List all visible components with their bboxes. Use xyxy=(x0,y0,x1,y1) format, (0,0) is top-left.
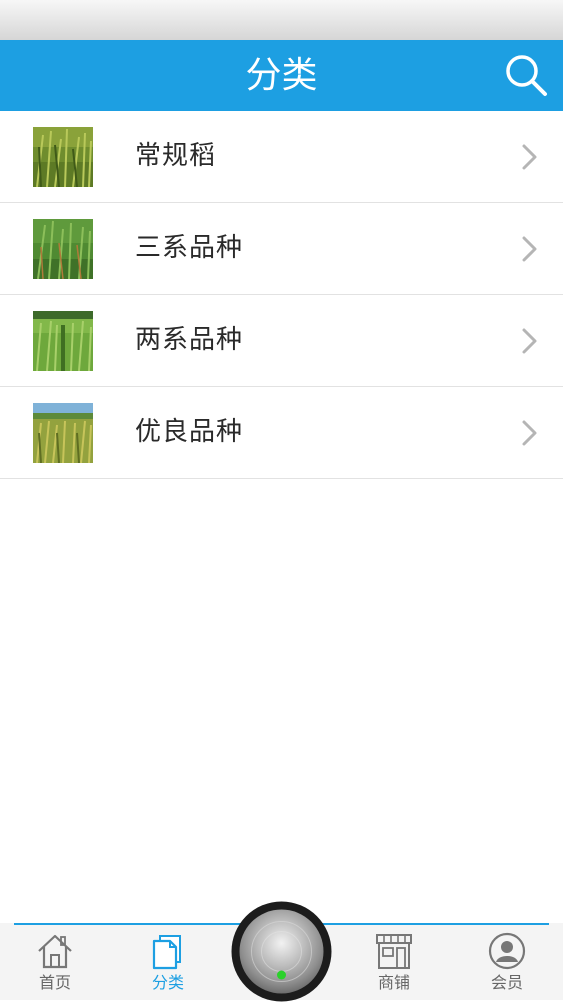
tab-store[interactable]: 商铺 xyxy=(354,931,434,1000)
search-icon xyxy=(506,55,547,96)
category-icon xyxy=(152,935,181,970)
status-bar xyxy=(0,0,563,40)
tab-home[interactable]: 首页 xyxy=(15,931,95,1000)
category-label: 常规稻 xyxy=(135,141,217,171)
store-icon xyxy=(376,934,412,969)
search-button[interactable] xyxy=(503,52,549,98)
category-label: 两系品种 xyxy=(135,325,244,355)
nav-bar: 分类 xyxy=(0,40,563,111)
rice-field-photo xyxy=(33,311,93,371)
chevron-right-icon xyxy=(522,144,537,170)
list-item[interactable]: 三系品种 xyxy=(0,203,563,295)
chevron-right-icon xyxy=(522,420,537,446)
chevron-right-icon xyxy=(522,328,537,354)
tab-category[interactable]: 分类 xyxy=(128,931,208,1000)
tab-label: 首页 xyxy=(38,973,71,992)
member-icon xyxy=(488,932,526,970)
category-list: 常规稻 三系品种 两系品种 优良品种 xyxy=(0,111,563,479)
rice-field-photo xyxy=(33,219,93,279)
category-label: 优良品种 xyxy=(135,417,244,447)
list-item[interactable]: 优良品种 xyxy=(0,387,563,479)
tab-member[interactable]: 会员 xyxy=(467,931,547,1000)
tab-label: 商铺 xyxy=(377,973,410,992)
center-button[interactable] xyxy=(231,901,332,1002)
chevron-right-icon xyxy=(522,236,537,262)
list-item[interactable]: 常规稻 xyxy=(0,111,563,203)
center-button-icon xyxy=(231,901,332,1002)
rice-field-photo xyxy=(33,127,93,187)
page-title: 分类 xyxy=(245,55,318,96)
rice-field-photo xyxy=(33,403,93,463)
tab-label: 会员 xyxy=(490,973,523,992)
list-item[interactable]: 两系品种 xyxy=(0,295,563,387)
category-label: 三系品种 xyxy=(135,233,244,263)
tab-label: 分类 xyxy=(151,973,184,992)
home-icon xyxy=(38,934,72,969)
